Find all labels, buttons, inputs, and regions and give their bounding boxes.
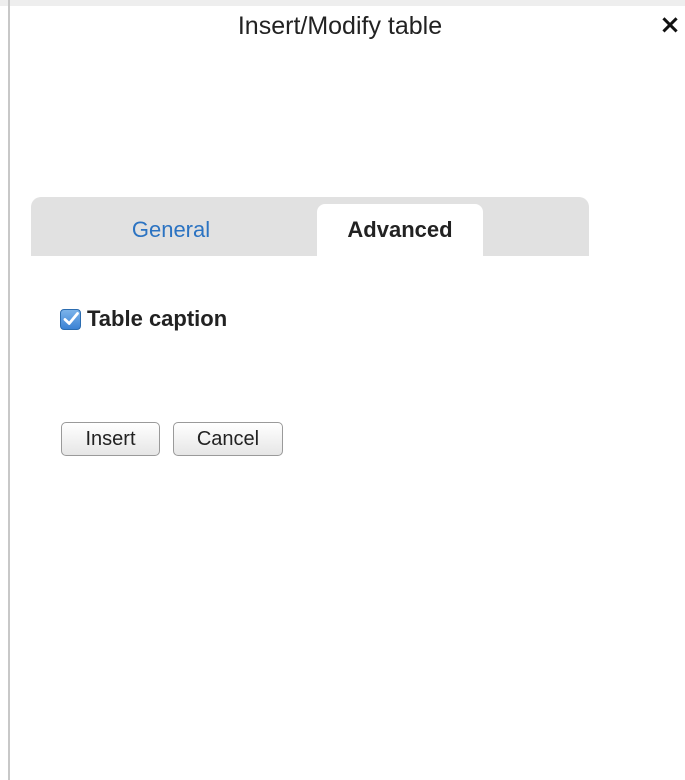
table-caption-checkbox[interactable]: [60, 308, 81, 330]
table-caption-label[interactable]: Table caption: [87, 306, 227, 332]
tab-advanced[interactable]: Advanced: [317, 204, 483, 256]
cancel-button[interactable]: Cancel: [173, 422, 283, 456]
dialog-left-border: [8, 0, 10, 780]
tab-general[interactable]: General: [81, 204, 261, 256]
tab-bar: General Advanced: [31, 197, 589, 256]
checkmark-icon: [63, 311, 79, 325]
dialog-top-strip: [0, 0, 685, 6]
close-icon[interactable]: ×: [656, 10, 684, 40]
insert-button[interactable]: Insert: [61, 422, 160, 456]
dialog-title: Insert/Modify table: [237, 12, 443, 40]
table-caption-option: Table caption: [60, 304, 227, 334]
